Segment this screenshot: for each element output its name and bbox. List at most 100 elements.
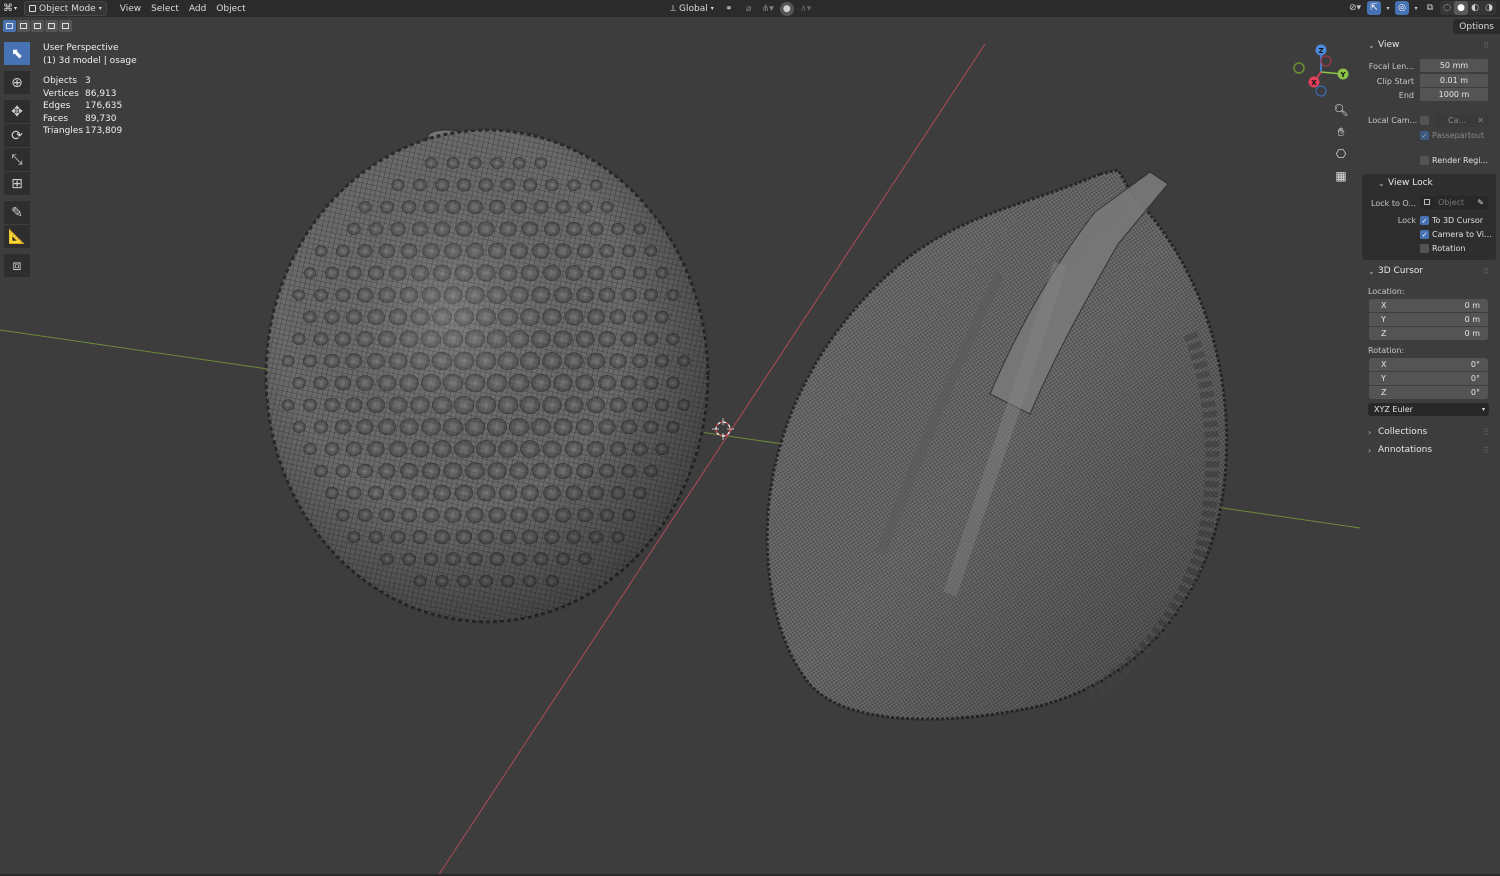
camera-to-view-checkbox[interactable]: ✓	[1420, 230, 1429, 239]
menu-add[interactable]: Add	[184, 1, 211, 16]
cursor-rotation-y[interactable]: Y 0°	[1369, 372, 1488, 385]
pivot-point-icon[interactable]: ⚭	[720, 2, 738, 16]
proportional-editing-icon[interactable]: ●	[779, 1, 794, 16]
transform-orientation-dropdown[interactable]: ⟂ Global ▾	[668, 1, 716, 16]
move-tool[interactable]: ✥	[4, 100, 30, 123]
menu-select[interactable]: Select	[146, 1, 184, 16]
rotate-tool[interactable]: ⟳	[4, 124, 30, 147]
menu-view[interactable]: View	[115, 1, 146, 16]
3d-cursor-title: 3D Cursor	[1378, 266, 1424, 276]
solid-shading-icon[interactable]: ●	[1454, 1, 1468, 15]
axis-label: Y	[1381, 315, 1386, 324]
cursor-tool[interactable]: ⊕	[4, 71, 30, 94]
xray-toggle-icon[interactable]: ⧉	[1423, 1, 1437, 15]
options-button[interactable]: Options	[1453, 19, 1500, 34]
editor-type-button[interactable]: ⌘ ▾	[0, 1, 20, 16]
drag-grip-icon[interactable]: ⠿	[1483, 428, 1489, 437]
select-subtract-icon[interactable]	[31, 20, 44, 32]
selection-mode-group	[3, 20, 72, 32]
gizmo-toggle-icon[interactable]: ⇱	[1367, 1, 1381, 15]
cursor-rotation-x[interactable]: X 0°	[1369, 358, 1488, 371]
drag-grip-icon[interactable]: ⠿	[1483, 41, 1489, 50]
material-shading-icon[interactable]: ◐	[1468, 1, 1482, 15]
cursor-location-z[interactable]: Z 0 m	[1369, 327, 1488, 340]
header-right-tools: ⊘▾ ⇱ ▾ ◎ ▾ ⧉ ◌ ● ◐ ◑	[1346, 1, 1496, 15]
axis-value: 0°	[1470, 360, 1480, 369]
scale-tool[interactable]: ⤡	[4, 148, 30, 171]
cursor-location-y[interactable]: Y 0 m	[1369, 313, 1488, 326]
mode-dropdown[interactable]: Object Mode ▾	[24, 1, 107, 16]
3d-viewport[interactable]	[0, 34, 1360, 876]
add-cube-tool[interactable]: ⧈	[4, 254, 30, 277]
select-invert-icon[interactable]	[45, 20, 58, 32]
neg-y-axis-handle[interactable]	[1293, 62, 1305, 74]
menu-object[interactable]: Object	[211, 1, 250, 16]
cursor-location-x[interactable]: X 0 m	[1369, 299, 1488, 312]
transform-icon: ⊞	[11, 175, 23, 192]
axis-label: Z	[1381, 329, 1387, 338]
select-box-tool[interactable]: ⬉	[4, 42, 30, 65]
collections-panel-header[interactable]: › Collections	[1368, 427, 1427, 437]
view-panel-header[interactable]: ⌄ View	[1368, 40, 1399, 50]
pan-hand-icon[interactable]: ✋︎	[1331, 122, 1351, 142]
rotation-label: Rotation:	[1368, 346, 1405, 355]
select-extend-icon[interactable]	[17, 20, 30, 32]
transform-tool[interactable]: ⊞	[4, 172, 30, 195]
3d-viewport-icon: ⌘	[3, 3, 13, 14]
render-region-checkbox[interactable]	[1420, 156, 1429, 165]
3d-cursor-panel-header[interactable]: ⌄ 3D Cursor	[1368, 266, 1423, 276]
to-3d-cursor-checkbox[interactable]: ✓	[1420, 216, 1429, 225]
eyedropper-icon[interactable]: ✎	[1477, 198, 1484, 207]
chevron-down-icon[interactable]: ▾	[1412, 1, 1420, 15]
select-new-icon[interactable]	[3, 20, 16, 32]
clip-start-field[interactable]: 0.01 m	[1420, 74, 1488, 87]
passepartout-checkbox[interactable]: ✓	[1420, 131, 1429, 140]
drag-grip-icon[interactable]: ⠿	[1483, 267, 1489, 276]
chevron-down-icon: ▾	[710, 5, 714, 12]
viewport-header: ⌘ ▾ Object Mode ▾ View Select Add Object…	[0, 0, 1500, 17]
focal-length-field[interactable]: 50 mm	[1420, 59, 1488, 72]
cursor-rotation-z[interactable]: Z 0°	[1369, 386, 1488, 399]
axis-label: X	[1381, 360, 1387, 369]
navigation-gizmo[interactable]: Z Y X	[1292, 44, 1350, 100]
annotations-panel-header[interactable]: › Annotations	[1368, 445, 1432, 455]
perspective-grid-icon[interactable]: ▦	[1331, 166, 1351, 186]
crosshair-icon: ⊕	[11, 74, 23, 91]
falloff-icon[interactable]: ∧▾	[798, 2, 814, 16]
overlays-toggle-icon[interactable]: ◎	[1395, 1, 1409, 15]
neg-z-axis-handle[interactable]	[1315, 85, 1327, 97]
fruit-sphere-mesh[interactable]	[264, 128, 710, 624]
add-cube-icon: ⧈	[12, 257, 22, 274]
stat-label: Edges	[43, 101, 71, 111]
snap-target-icon[interactable]: ⋔▾	[760, 2, 776, 16]
measure-tool[interactable]: 📐	[4, 225, 30, 248]
neg-x-axis-handle[interactable]	[1320, 55, 1332, 67]
stat-value: 173,809	[85, 126, 123, 136]
select-intersect-icon[interactable]	[59, 20, 72, 32]
local-camera-checkbox[interactable]	[1420, 116, 1429, 125]
rendered-shading-icon[interactable]: ◑	[1482, 1, 1496, 15]
view-lock-header[interactable]: ⌄ View Lock	[1378, 178, 1433, 188]
lock-to-object-field[interactable]: Object ✎	[1420, 196, 1488, 209]
clear-icon[interactable]: ✕	[1477, 116, 1484, 125]
clip-start-label: Clip Start	[1376, 77, 1414, 86]
rotation-mode-dropdown[interactable]: XYZ Euler ▾	[1368, 403, 1489, 416]
fruit-half-mesh[interactable]	[765, 168, 1229, 721]
chevron-down-icon: ▾	[1481, 406, 1485, 413]
rotation-lock-checkbox[interactable]	[1420, 244, 1429, 253]
drag-grip-icon[interactable]: ⠿	[1483, 446, 1489, 455]
chevron-down-icon[interactable]: ▾	[1384, 1, 1392, 15]
stat-label: Triangles	[43, 126, 84, 136]
clip-end-field[interactable]: 1000 m	[1420, 88, 1488, 101]
snap-icon[interactable]: ⌀	[742, 2, 756, 16]
visibility-icon[interactable]: ⊘▾	[1346, 1, 1364, 15]
annotate-tool[interactable]: ✎	[4, 201, 30, 224]
lock-object-placeholder: Object	[1438, 198, 1465, 207]
camera-to-view-label: Camera to Vi...	[1432, 230, 1492, 239]
orientation-icon: ⟂	[670, 3, 677, 14]
camera-view-icon[interactable]: ⎔	[1331, 144, 1351, 164]
wireframe-shading-icon[interactable]: ◌	[1440, 1, 1454, 15]
axis-value: 0 m	[1464, 301, 1480, 310]
zoom-icon[interactable]: 🔍︎	[1331, 100, 1351, 120]
local-camera-field[interactable]: Ca... ✕	[1434, 114, 1488, 127]
